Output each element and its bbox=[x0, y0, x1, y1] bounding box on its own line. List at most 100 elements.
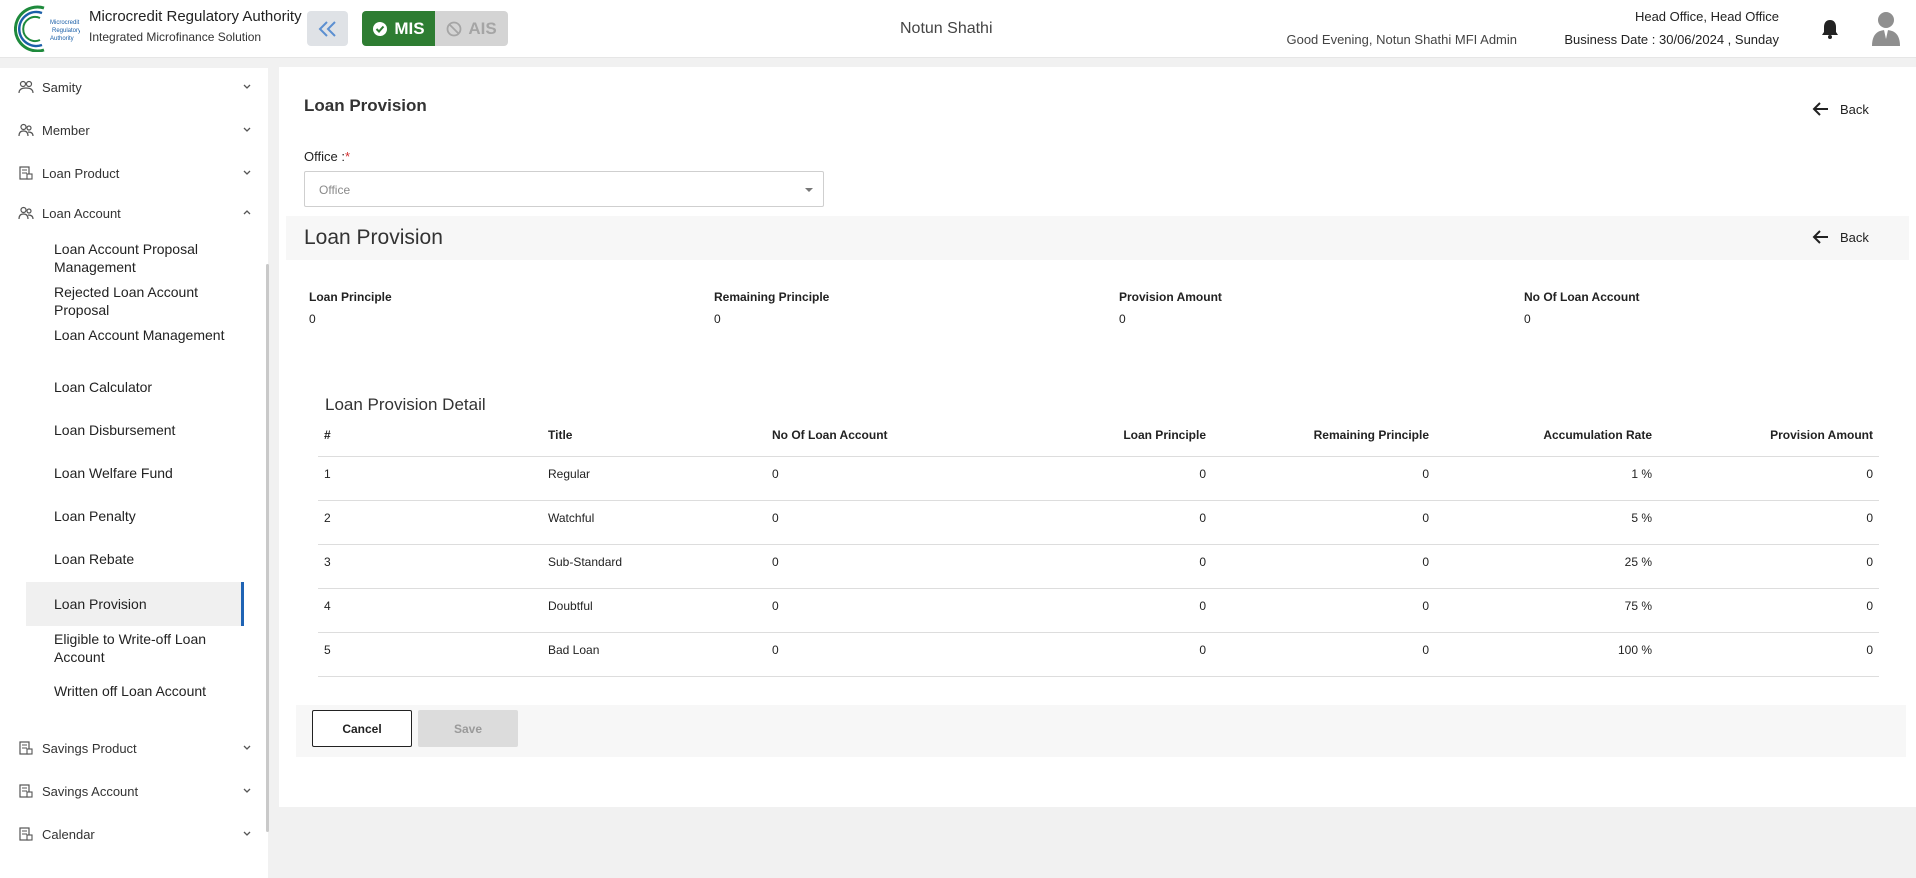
stat-value: 0 bbox=[1119, 312, 1126, 326]
sidebar-subitem-rejected-loan-account-proposal[interactable]: Rejected Loan Account Proposal bbox=[26, 281, 244, 321]
sidebar-item-savings-product[interactable]: Savings Product bbox=[0, 729, 262, 767]
sidebar-item-label: Savings Product bbox=[42, 740, 137, 756]
sidebar-subitem-loan-account-management[interactable]: Loan Account Management bbox=[26, 324, 244, 364]
sidebar-subitem-label: Loan Account Proposal Management bbox=[54, 241, 198, 275]
cancel-button[interactable]: Cancel bbox=[312, 710, 412, 747]
ais-label: AIS bbox=[468, 18, 497, 38]
office-select-placeholder: Office bbox=[319, 183, 351, 197]
sidebar-subitem-loan-welfare-fund[interactable]: Loan Welfare Fund bbox=[26, 453, 244, 493]
sidebar-item-loan-product[interactable]: Loan Product bbox=[0, 154, 262, 192]
col-provision-amount: Provision Amount bbox=[1658, 415, 1879, 457]
chevron-down-icon bbox=[243, 127, 251, 132]
ais-toggle-button[interactable]: AIS bbox=[435, 11, 508, 46]
cell-accumulation-rate: 100 % bbox=[1435, 632, 1658, 677]
stat-remaining-principle: Remaining Principle 0 bbox=[714, 290, 829, 326]
sidebar-subitem-eligible-to-write-off[interactable]: Eligible to Write-off Loan Account bbox=[26, 628, 244, 668]
cell-title: Regular bbox=[542, 456, 766, 501]
sidebar-item-label: Samity bbox=[42, 79, 82, 95]
sidebar-scrollbar[interactable] bbox=[266, 264, 269, 832]
page-title: Loan Provision bbox=[304, 96, 427, 115]
sidebar-subitem-loan-account-proposal-management[interactable]: Loan Account Proposal Management bbox=[26, 238, 244, 278]
brand-subtitle: Integrated Microfinance Solution bbox=[89, 30, 262, 44]
stat-label: Provision Amount bbox=[1119, 290, 1222, 304]
sidebar-subitem-loan-penalty[interactable]: Loan Penalty bbox=[26, 496, 244, 536]
cell-remaining-principle: 0 bbox=[1212, 632, 1435, 677]
member-icon bbox=[18, 123, 34, 137]
cell-no-of-loan-account: 0 bbox=[766, 588, 990, 633]
product-icon bbox=[19, 166, 33, 180]
sidebar-item-loan-account[interactable]: Loan Account bbox=[0, 194, 262, 232]
greeting-text: Good Evening, Notun Shathi MFI Admin bbox=[1286, 32, 1517, 47]
sidebar-item-samity[interactable]: Samity bbox=[0, 68, 262, 106]
table-row: 3 Sub-Standard 0 0 0 25 % 0 bbox=[318, 544, 1879, 589]
cell-accumulation-rate: 75 % bbox=[1435, 588, 1658, 633]
cell-title: Bad Loan bbox=[542, 632, 766, 677]
back-button[interactable]: Back bbox=[1812, 101, 1869, 117]
mis-toggle-button[interactable]: MIS bbox=[362, 11, 435, 46]
office-select[interactable]: Office bbox=[304, 171, 824, 207]
chevron-up-icon bbox=[243, 210, 251, 215]
cell-loan-principle: 0 bbox=[990, 632, 1212, 677]
sidebar-subitem-loan-calculator[interactable]: Loan Calculator bbox=[26, 367, 244, 407]
double-chevron-left-icon bbox=[318, 20, 336, 37]
required-marker: * bbox=[344, 149, 351, 164]
col-index: # bbox=[318, 415, 542, 457]
action-bar: Cancel Save bbox=[296, 705, 1906, 757]
sidebar-item-label: Member bbox=[42, 122, 90, 138]
arrow-left-icon bbox=[1812, 230, 1828, 244]
member-icon bbox=[18, 206, 34, 220]
stat-value: 0 bbox=[1524, 312, 1531, 326]
sidebar-subitem-label: Loan Disbursement bbox=[54, 422, 176, 438]
stat-value: 0 bbox=[309, 312, 316, 326]
section-header: Loan Provision Back bbox=[286, 216, 1909, 260]
sidebar-item-calendar[interactable]: Calendar bbox=[0, 815, 262, 853]
cell-remaining-principle: 0 bbox=[1212, 456, 1435, 501]
section-title: Loan Provision bbox=[304, 226, 443, 249]
cell-title: Doubtful bbox=[542, 588, 766, 633]
collapse-sidebar-button[interactable] bbox=[307, 11, 348, 46]
check-circle-icon bbox=[373, 21, 388, 36]
arrow-left-icon bbox=[1812, 102, 1828, 116]
svg-text:Authority: Authority bbox=[50, 36, 74, 42]
office-label: Office :* bbox=[304, 149, 350, 164]
svg-text:Regulatory: Regulatory bbox=[52, 28, 80, 34]
sidebar-subitem-loan-disbursement[interactable]: Loan Disbursement bbox=[26, 410, 244, 450]
cell-no-of-loan-account: 0 bbox=[766, 456, 990, 501]
section-back-button[interactable]: Back bbox=[1812, 229, 1869, 245]
sidebar-subitem-loan-provision[interactable]: Loan Provision bbox=[26, 582, 244, 626]
sidebar-subitem-label: Loan Account Management bbox=[54, 327, 225, 343]
bell-icon[interactable] bbox=[1820, 18, 1840, 40]
back-label: Back bbox=[1840, 101, 1869, 117]
dropdown-caret-icon bbox=[805, 188, 813, 192]
sidebar-subitem-written-off-loan-account[interactable]: Written off Loan Account bbox=[26, 671, 244, 711]
main-content: Loan Provision Back Office :* Office Loa… bbox=[279, 67, 1916, 807]
col-title: Title bbox=[542, 415, 766, 457]
cell-provision-amount: 0 bbox=[1658, 632, 1879, 677]
office-label-text: Office : bbox=[304, 149, 345, 164]
sidebar-item-label: Savings Account bbox=[42, 783, 139, 799]
sidebar-subitem-loan-rebate[interactable]: Loan Rebate bbox=[26, 539, 244, 579]
cell-no-of-loan-account: 0 bbox=[766, 544, 990, 589]
business-date: Business Date : 30/06/2024 , Sunday bbox=[1564, 32, 1779, 47]
cell-index: 3 bbox=[318, 544, 542, 589]
detail-title: Loan Provision Detail bbox=[325, 395, 486, 414]
cell-provision-amount: 0 bbox=[1658, 544, 1879, 589]
col-no-of-loan-account: No Of Loan Account bbox=[766, 415, 990, 457]
sidebar-item-member[interactable]: Member bbox=[0, 111, 262, 149]
save-button[interactable]: Save bbox=[418, 710, 518, 747]
table-row: 1 Regular 0 0 0 1 % 0 bbox=[318, 456, 1879, 501]
sidebar-item-savings-account[interactable]: Savings Account bbox=[0, 772, 262, 810]
cell-remaining-principle: 0 bbox=[1212, 544, 1435, 589]
cell-title: Sub-Standard bbox=[542, 544, 766, 589]
cell-loan-principle: 0 bbox=[990, 544, 1212, 589]
table-row: 2 Watchful 0 0 0 5 % 0 bbox=[318, 500, 1879, 545]
stat-label: No Of Loan Account bbox=[1524, 290, 1640, 304]
user-avatar-icon[interactable] bbox=[1870, 9, 1902, 47]
col-remaining-principle: Remaining Principle bbox=[1212, 415, 1435, 457]
sidebar-subitem-label: Rejected Loan Account Proposal bbox=[54, 284, 198, 318]
cell-loan-principle: 0 bbox=[990, 500, 1212, 545]
back-label: Back bbox=[1840, 229, 1869, 245]
organization-name: Notun Shathi bbox=[900, 20, 993, 37]
col-loan-principle: Loan Principle bbox=[990, 415, 1212, 457]
chevron-down-icon bbox=[243, 170, 251, 175]
